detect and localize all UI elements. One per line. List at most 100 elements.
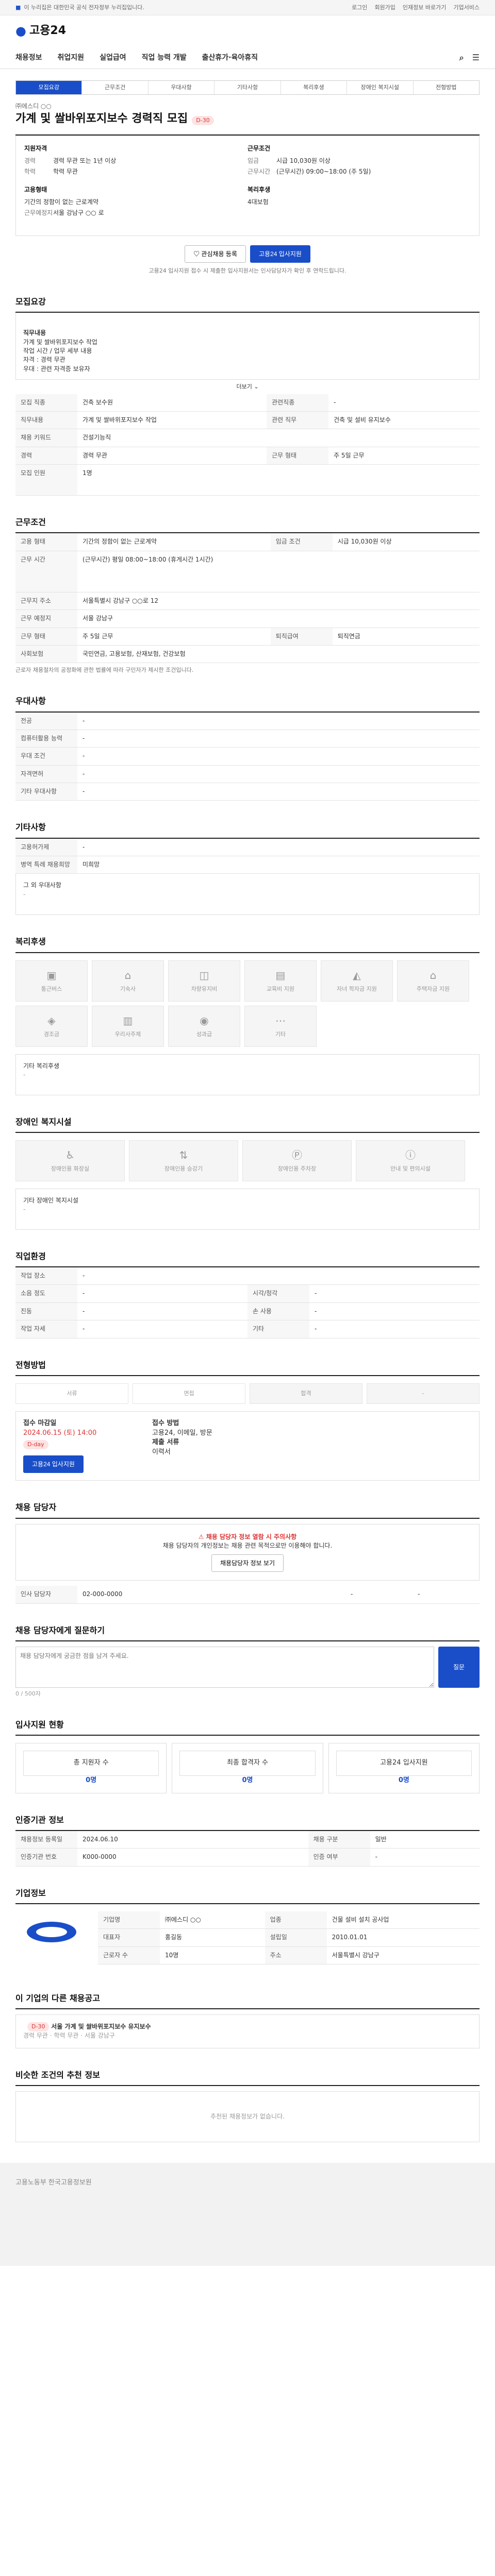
subheading: 직무내용 [23,329,46,337]
gnb-leave[interactable]: 출산휴가·육아휴직 [202,53,258,63]
facility-guide: ⓘ 안내 및 편의시설 [356,1140,465,1181]
bus-icon: ▣ [46,969,57,982]
stat-online: 고용24 입사지원 0명 [328,1743,480,1793]
section-cert: 인증기관 정보 채용정보 등록일 2024.06.10 채용 구분 일반 인증기관 번… [15,1814,480,1867]
gnb-training[interactable]: 직업 능력 개발 [142,53,187,63]
signup-link[interactable]: 회원가입 [374,4,395,12]
logo[interactable]: ● 고용24 [15,22,66,40]
welfare-edu: ▤ 교육비 지원 [244,960,317,1002]
gov-notice: 이 누리집은 대한민국 공식 전자정부 누리집입니다. [24,4,144,11]
talent-link[interactable]: 인재정보 바로가기 [403,4,446,12]
tab-selection[interactable]: 전형방법 [414,81,479,94]
company-logo [15,1911,88,1953]
section-title: 채용 담당자에게 질문하기 [15,1624,480,1641]
footer: 고용노동부 한국고용정보원 [0,2163,495,2266]
dday-badge: D-day [23,1440,48,1450]
chart-icon: ▥ [123,1014,133,1027]
tab-etc[interactable]: 기타사항 [214,81,281,94]
tab-disability[interactable]: 장애인 복지시설 [347,81,414,94]
summary-heading: 고용형태 [24,186,47,194]
info-icon: ⓘ [405,1149,416,1162]
contact-phone: 02-000-0000 [77,1586,345,1604]
menu-icon[interactable]: ☰ [472,52,480,63]
gnb-jobs[interactable]: 채용정보 [15,53,42,63]
section-title: 복리후생 [15,936,480,953]
contact-name: 인사 담당자 [15,1586,77,1604]
cap-icon: ◭ [353,969,361,982]
welfare-bus: ▣ 통근버스 [15,960,88,1002]
value: 기간의 정함이 없는 근로계약 [24,198,98,206]
welfare-child: ◭ 자녀 학자금 지원 [321,960,393,1002]
warning-icon: ⚠ [198,1533,206,1540]
summary-box: 지원자격 경력 경력 무관 또는 1년 이상 학력 학력 무관 근무조건 임금 시급 … [15,135,480,236]
gnb-benefit[interactable]: 실업급여 [100,53,126,63]
value: 경력 무관 또는 1년 이상 [53,157,117,164]
company-name: ㈜에스디 ○○ [15,103,52,110]
job-info: 경력 무관 · 학력 무관 · 서울 강남구 [23,2032,115,2040]
page-title: 가계 및 쌀바위포지보수 경력직 모집 [15,112,188,126]
elevator-icon: ⇅ [179,1149,188,1162]
gift-icon: ◈ [47,1014,56,1027]
tab-requirements[interactable]: 모집요강 [16,81,82,94]
login-link[interactable]: 로그인 [352,4,367,12]
section-welfare: 복리후생 ▣ 통근버스 ⌂ 기숙사 ◫ 차량유지비 ▤ 교육비 지원 ◭ 자녀 학자금 지… [15,936,480,1095]
question-submit-button[interactable]: 질문 [438,1646,480,1688]
search-icon[interactable]: ⌕ [459,52,464,63]
tab-welfare[interactable]: 복리후생 [281,81,348,94]
question-input[interactable] [15,1646,434,1688]
job-title: 서울 가계 및 쌀바위포지보수 유지보수 [51,2023,151,2030]
section-title: 근무조건 [15,516,480,534]
section-title: 직업환경 [15,1250,480,1267]
list-item[interactable]: D-30 서울 가계 및 쌀바위포지보수 유지보수 경력 무관 · 학력 무관 … [15,2014,480,2048]
label: 근무예정지 [24,209,53,217]
other-value: - [23,1071,26,1079]
facility-elevator: ⇅ 장애인용 승강기 [129,1140,238,1181]
view-contact-button[interactable]: 채용담당자 정보 보기 [211,1554,284,1572]
value: 시급 10,030원 이상 [276,157,331,164]
logo-icon: ● [15,23,26,38]
label: 근무시간 [248,168,271,176]
flag-icon: ■ [15,4,21,11]
selection-steps: 서류 면접 합격 - [15,1376,480,1411]
company-logo-icon [27,1921,76,1942]
stat-final: 최종 합격자 수 0명 [172,1743,323,1793]
req-table: 모집 직종 건축 보수원 관련직종 - 직무내용 가계 및 쌀바위포지보수 작업 관련 직… [15,394,480,496]
empty-message: 추천된 채용정보가 없습니다. [15,2091,480,2143]
job-title-box: ㈜에스디 ○○ 가계 및 쌀바위포지보수 경력직 모집 D-30 [15,95,480,136]
facility-toilet: ♿ 장애인용 화장실 [15,1140,125,1181]
section-title: 모집요강 [15,296,480,313]
book-icon: ▤ [275,969,286,982]
section-requirements: 모집요강 직무내용 가계 및 쌀바위포지보수 작업 작업 시간 / 업무 세부 … [15,296,480,496]
welfare-car: ◫ 차량유지비 [168,960,240,1002]
tab-preference[interactable]: 우대사항 [148,81,215,94]
more-button[interactable]: 더보기 ⌄ [15,380,480,394]
apply-button[interactable]: 고용24 입사지원 [250,245,310,263]
step: 면접 [133,1383,245,1404]
corp-link[interactable]: 기업서비스 [453,4,480,12]
welfare-house: ⌂ 주택자금 지원 [397,960,469,1002]
extra-label: 그 외 우대사항 [23,882,61,889]
section-title: 채용 담당자 [15,1501,480,1519]
other-label: 기타 장애인 복지시설 [23,1196,78,1204]
apply-note: 고용24 입사지원 접수 시 제출한 입사지원서는 인사담당자가 확인 후 연락… [148,267,346,274]
welfare-other: ⋯ 기타 [244,1005,317,1047]
step: 합격 [250,1383,362,1404]
section-environment: 직업환경 작업 장소 - 소음 정도 - 시각/청각 - 진동 - 손 사용 - 작업 자세 -… [15,1250,480,1338]
gov-banner: ■ 이 누리집은 대한민국 공식 전자정부 누리집입니다. 로그인 회원가입 인… [0,0,495,15]
summary-heading: 지원자격 [24,145,47,152]
apply-button-2[interactable]: 고용24 입사지원 [23,1455,84,1473]
section-recommend: 비슷한 조건의 추천 정보 추천된 채용정보가 없습니다. [15,2069,480,2143]
heart-icon: ♡ [193,250,202,258]
gnb-support[interactable]: 취업지원 [58,53,85,63]
favorite-button[interactable]: ♡ 관심채용 등록 [185,245,246,263]
label: 경력 [24,157,36,164]
section-title: 인증기관 정보 [15,1814,480,1831]
value: 4대보험 [248,198,269,206]
section-title: 입사지원 현황 [15,1719,480,1736]
summary-heading: 복리후생 [248,186,271,194]
chevron-down-icon: ⌄ [254,383,259,390]
section-title: 장애인 복지시설 [15,1116,480,1133]
tab-conditions[interactable]: 근무조건 [82,81,148,94]
warning-body: 채용 담당자의 개인정보는 채용 관련 목적으로만 이용해야 합니다. [162,1541,333,1549]
method-label: 접수 방법 [152,1419,179,1427]
